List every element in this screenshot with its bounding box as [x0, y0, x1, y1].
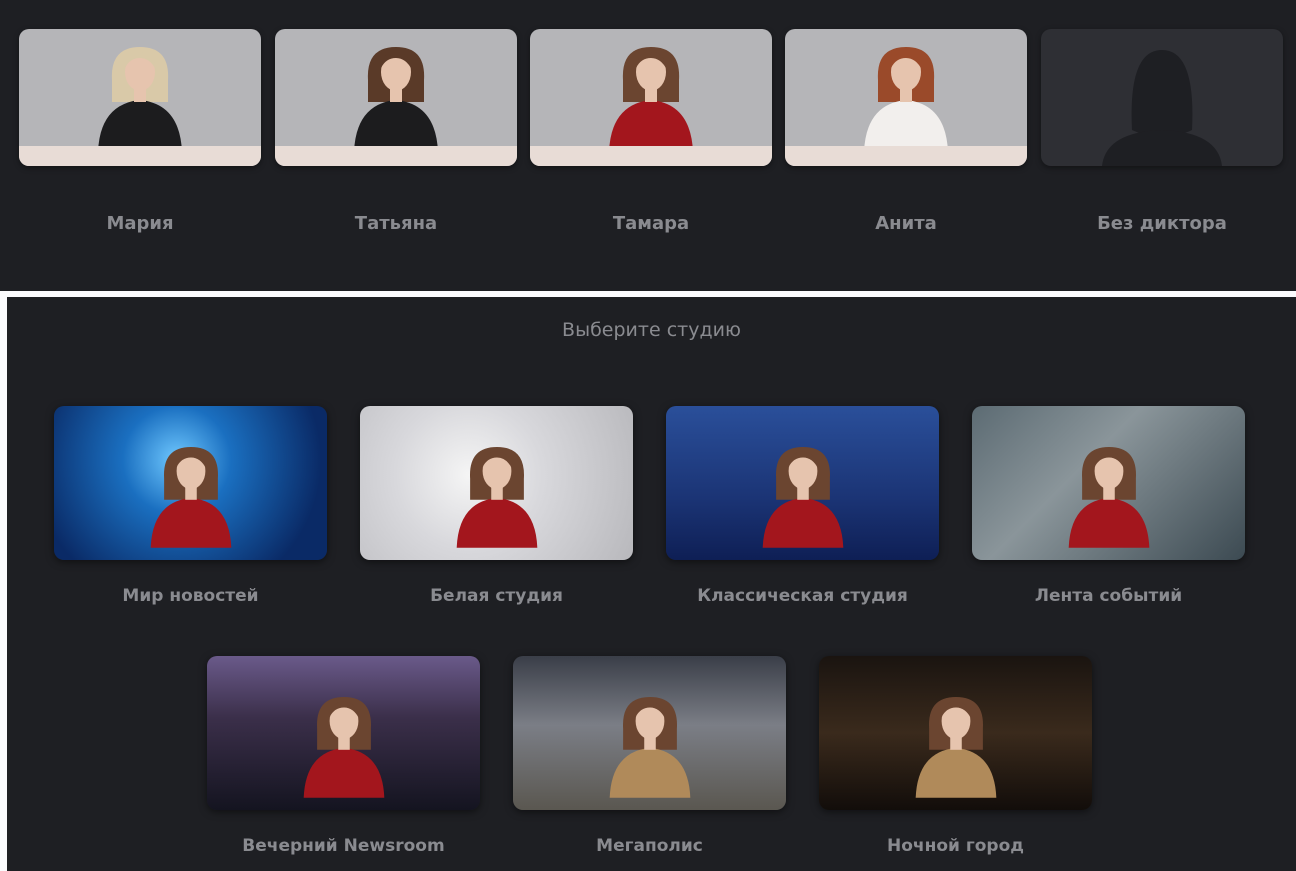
studio-card[interactable] — [360, 406, 633, 560]
presenter-figure-icon — [915, 697, 996, 798]
studio-section-title: Выберите студию — [562, 319, 741, 341]
desk — [19, 146, 261, 166]
presenter-figure-icon — [864, 47, 948, 152]
presenter-card[interactable] — [785, 29, 1027, 166]
presenter-figure-icon — [303, 697, 384, 798]
studio-name[interactable]: Ночной город — [819, 836, 1092, 856]
person-silhouette-icon — [1102, 50, 1222, 166]
presenter-figure-icon — [762, 447, 843, 548]
presenter-figure-icon — [609, 697, 690, 798]
presenter-card[interactable] — [19, 29, 261, 166]
presenter-name[interactable]: Татьяна — [275, 213, 517, 234]
studio-card[interactable] — [207, 656, 480, 810]
presenter-figure-icon — [150, 447, 231, 548]
studio-card[interactable] — [513, 656, 786, 810]
presenter-figure-icon — [609, 47, 693, 152]
studio-name[interactable]: Белая студия — [360, 586, 633, 606]
presenter-card[interactable] — [530, 29, 772, 166]
studio-name[interactable]: Мир новостей — [54, 586, 327, 606]
presenter-figure-icon — [354, 47, 438, 152]
presenter-figure-icon — [98, 47, 182, 152]
studio-card[interactable] — [972, 406, 1245, 560]
studio-card[interactable] — [54, 406, 327, 560]
presenter-selection-panel: Мария Татьяна Тамара Анита Без диктора — [0, 0, 1296, 291]
presenter-name[interactable]: Без диктора — [1041, 213, 1283, 234]
studio-name[interactable]: Классическая студия — [666, 586, 939, 606]
studio-card[interactable] — [666, 406, 939, 560]
presenter-name[interactable]: Анита — [785, 213, 1027, 234]
desk — [785, 146, 1027, 166]
studio-name[interactable]: Лента событий — [972, 586, 1245, 606]
studio-selection-panel: Выберите студию Мир новостей Белая студи… — [7, 297, 1296, 871]
no-presenter-card[interactable] — [1041, 29, 1283, 166]
presenter-figure-icon — [1068, 447, 1149, 548]
presenter-card[interactable] — [275, 29, 517, 166]
desk — [530, 146, 772, 166]
studio-name[interactable]: Мегаполис — [513, 836, 786, 856]
studio-name[interactable]: Вечерний Newsroom — [207, 836, 480, 856]
presenter-name[interactable]: Тамара — [530, 213, 772, 234]
presenter-name[interactable]: Мария — [19, 213, 261, 234]
desk — [275, 146, 517, 166]
presenter-figure-icon — [456, 447, 537, 548]
studio-card[interactable] — [819, 656, 1092, 810]
